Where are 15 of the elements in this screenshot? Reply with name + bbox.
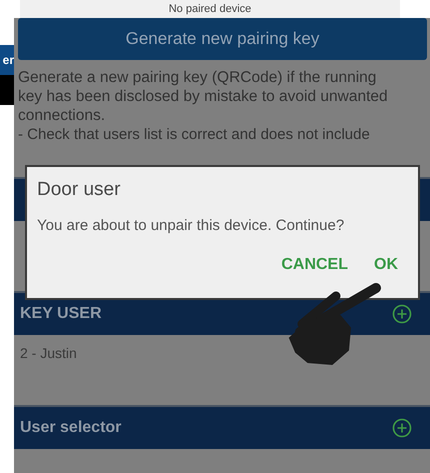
user-item[interactable]: 2 - Justin — [20, 345, 77, 361]
note-text: - Check that users list is correct and does not include — [18, 125, 371, 144]
add-icon[interactable] — [392, 304, 412, 324]
cancel-button[interactable]: CANCEL — [277, 254, 352, 276]
generate-key-button[interactable]: Generate new pairing key — [18, 18, 427, 60]
section-title: KEY USER — [20, 305, 102, 323]
dialog-title: Door user — [37, 179, 122, 201]
status-text: No paired device — [168, 3, 252, 15]
header-fragment: er — [0, 45, 14, 75]
ok-button[interactable]: OK — [370, 254, 402, 276]
dialog-message: You are about to unpair this device. Continue? — [37, 217, 346, 234]
description-text: Generate a new pairing key (QRCode) if the running key has been disclosed by mistake to avoid unwanted connections. — [18, 68, 389, 125]
add-icon[interactable] — [392, 418, 412, 438]
section-title: User selector — [20, 419, 122, 437]
side-panel — [0, 75, 14, 105]
